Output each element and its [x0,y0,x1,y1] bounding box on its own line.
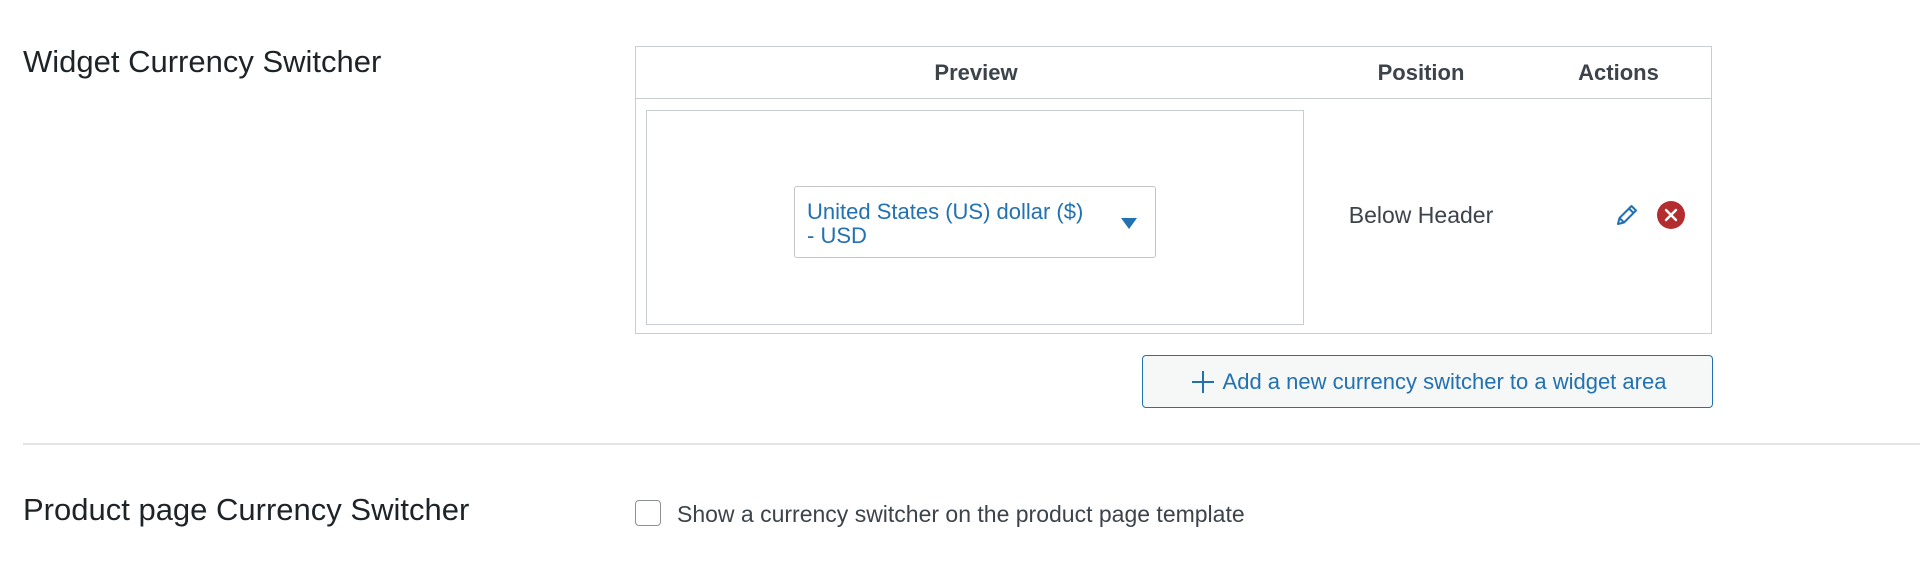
column-header-position: Position [1377,60,1465,85]
currency-select-value: United States (US) dollar ($) - USD [807,199,1084,248]
add-currency-switcher-button[interactable]: Add a new currency switcher to a widget … [1142,355,1713,408]
product-page-currency-switcher-title: Product page Currency Switcher [23,492,470,527]
product-page-switcher-checkbox[interactable] [635,500,661,526]
currency-select-dropdown[interactable]: United States (US) dollar ($) - USD [794,186,1156,258]
section-divider [23,443,1920,445]
table-row-preview-cell: United States (US) dollar ($) - USD [646,110,1304,325]
widget-switchers-table: Preview Position Actions United States (… [635,46,1712,334]
widget-currency-switcher-title: Widget Currency Switcher [23,44,382,79]
plus-icon [1191,370,1214,393]
column-header-actions: Actions [1578,60,1659,85]
pencil-icon[interactable] [1613,201,1641,229]
caret-down-icon [1121,218,1137,229]
table-header: Preview Position Actions [636,47,1711,99]
table-row-position: Below Header [1348,202,1494,228]
delete-icon[interactable] [1656,200,1686,230]
product-page-switcher-checkbox-label[interactable]: Show a currency switcher on the product … [677,501,1245,528]
add-button-label: Add a new currency switcher to a widget … [1222,368,1667,394]
column-header-preview: Preview [934,60,1018,85]
